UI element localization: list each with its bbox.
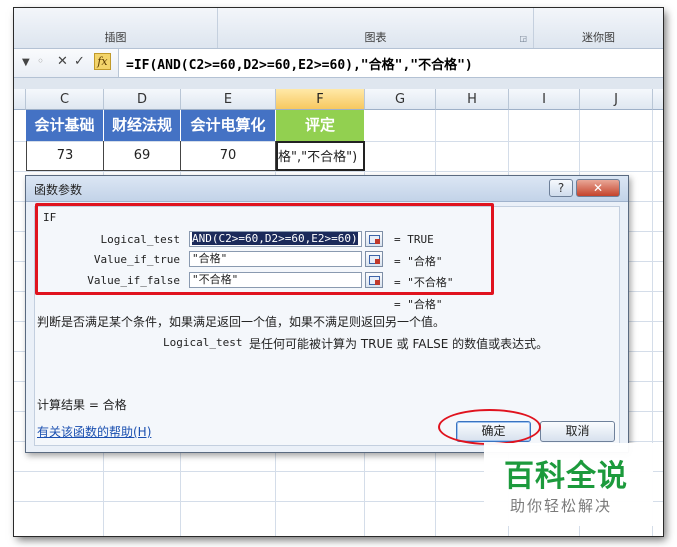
watermark-subtitle: 助你轻松解决: [510, 497, 613, 515]
watermark-logo: 百科全说: [504, 459, 628, 494]
column-header-h[interactable]: H: [436, 89, 509, 110]
cancel-icon[interactable]: ✕: [57, 54, 68, 69]
ribbon: 插图 图表 ◲ 迷你图: [14, 8, 663, 49]
arg-help-name: Logical_test: [163, 336, 243, 349]
close-button[interactable]: ✕: [576, 179, 620, 197]
column-header-c[interactable]: C: [26, 89, 104, 110]
column-header-d[interactable]: D: [104, 89, 181, 110]
formula-input[interactable]: =IF(AND(C2>=60,D2>=60,E2>=60),"合格","不合格"…: [126, 54, 473, 73]
overall-result: = "合格": [394, 298, 443, 311]
data-cell[interactable]: 69: [104, 141, 181, 171]
header-cell[interactable]: 会计电算化: [181, 110, 276, 141]
column-header-partial[interactable]: [14, 89, 26, 110]
function-help-link[interactable]: 有关该函数的帮助(H): [37, 423, 151, 440]
header-cell[interactable]: 会计基础: [26, 110, 104, 141]
column-header-e[interactable]: E: [181, 89, 276, 110]
data-cell[interactable]: 73: [26, 141, 104, 171]
highlight-ellipse: [438, 409, 541, 445]
namebox-dropdown-icon[interactable]: ▼: [22, 57, 30, 68]
ribbon-group-label: 插图: [104, 31, 127, 44]
dialog-title: 函数参数: [34, 183, 83, 197]
column-header-g[interactable]: G: [365, 89, 436, 110]
ribbon-group-label: 图表: [364, 31, 387, 44]
ribbon-group-sparklines[interactable]: 迷你图: [534, 8, 663, 48]
enter-icon[interactable]: ✓: [74, 54, 85, 69]
formula-bar-buttons: ▼ ◦ ✕ ✓ fx: [14, 49, 119, 77]
formula-bar: ▼ ◦ ✕ ✓ fx =IF(AND(C2>=60,D2>=60,E2>=60)…: [14, 49, 663, 78]
grip-icon: ◦: [37, 54, 45, 68]
column-header-j[interactable]: J: [580, 89, 653, 110]
ribbon-group-illustrations[interactable]: 插图: [14, 8, 218, 48]
function-description: 判断是否满足某个条件，如果满足返回一个值，如果不满足则返回另一个值。: [37, 315, 446, 329]
gridline: [14, 171, 663, 172]
calculation-result: 计算结果 = 合格: [37, 398, 127, 412]
help-button[interactable]: ?: [549, 179, 573, 197]
header-cell[interactable]: 评定: [276, 110, 365, 141]
active-cell[interactable]: 格","不合格"): [276, 141, 365, 171]
highlight-box: [35, 203, 494, 295]
column-header-f[interactable]: F: [276, 89, 365, 110]
data-cell[interactable]: 70: [181, 141, 276, 171]
insert-function-icon[interactable]: fx: [94, 53, 111, 70]
ribbon-group-label: 迷你图: [582, 31, 615, 44]
column-header-i[interactable]: I: [509, 89, 580, 110]
watermark: 百科全说 助你轻松解决: [484, 443, 653, 526]
header-cell[interactable]: 财经法规: [104, 110, 181, 141]
dialog-launcher-icon[interactable]: ◲: [519, 34, 527, 43]
ribbon-group-charts[interactable]: 图表 ◲: [218, 8, 534, 48]
cancel-button[interactable]: 取消: [540, 421, 615, 442]
column-header-partial[interactable]: [653, 89, 663, 110]
dialog-title-bar[interactable]: 函数参数 ? ✕: [26, 176, 628, 202]
arg-help-text: 是任何可能被计算为 TRUE 或 FALSE 的数值或表达式。: [249, 337, 549, 351]
